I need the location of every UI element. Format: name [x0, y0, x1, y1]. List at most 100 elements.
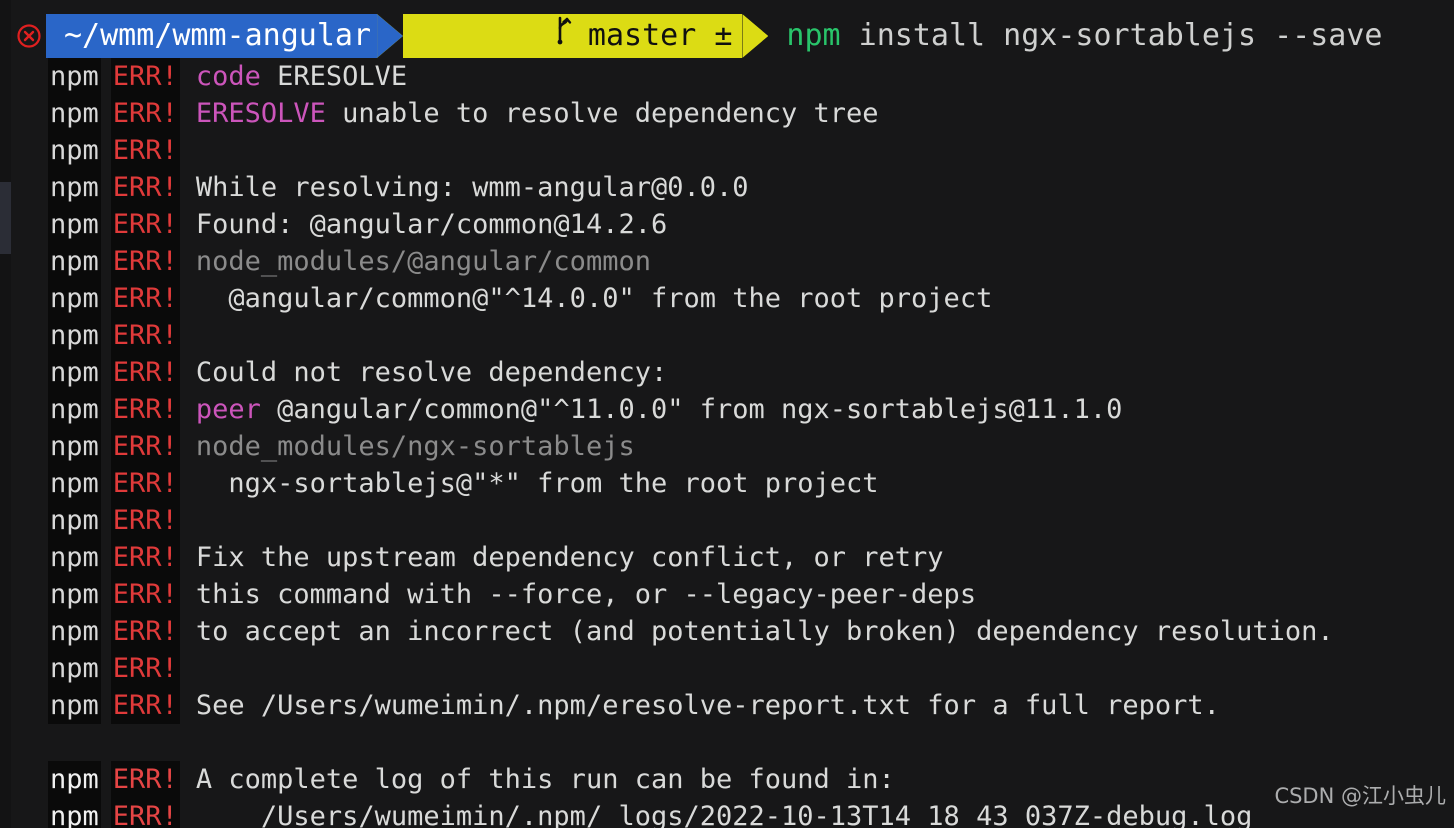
- log-tag-npm: npm: [48, 132, 101, 169]
- log-line: npm ERR! /Users/wumeimin/.npm/_logs/2022-…: [0, 798, 1454, 828]
- log-message-text: While resolving: wmm-angular@0.0.0: [195, 172, 749, 203]
- log-tag-err: ERR!: [110, 650, 180, 687]
- log-tag-err: ERR!: [110, 206, 180, 243]
- log-tag-err: ERR!: [110, 132, 180, 169]
- log-tag-npm: npm: [48, 613, 101, 650]
- log-message: @angular/common@"^14.0.0" from the root …: [180, 280, 993, 317]
- log-tag-err: ERR!: [110, 317, 180, 354]
- log-line: npm ERR! A complete log of this run can be…: [0, 761, 1454, 798]
- log-message-rest: unable to resolve dependency tree: [325, 98, 879, 129]
- log-message: peer @angular/common@"^11.0.0" from ngx-…: [180, 391, 1123, 428]
- log-tag-err: ERR!: [110, 502, 180, 539]
- log-message-text: Found: @angular/common@14.2.6: [195, 209, 668, 240]
- log-message: See /Users/wumeimin/.npm/eresolve-report…: [180, 687, 1220, 724]
- log-tag-npm: npm: [48, 650, 101, 687]
- log-line: npm ERR! ngx-sortablejs@"*" from the root…: [0, 465, 1454, 502]
- log-message-text: /Users/wumeimin/.npm/_logs/2022-10-13T14…: [195, 801, 1253, 828]
- log-message-rest: ERESOLVE: [260, 61, 408, 92]
- log-line: npm ERR! Could not resolve dependency:: [0, 354, 1454, 391]
- log-message-text: to accept an incorrect (and potentially …: [195, 616, 1334, 647]
- log-line: npm ERR! node_modules/ngx-sortablejs: [0, 428, 1454, 465]
- log-tag-err: ERR!: [110, 613, 180, 650]
- prompt-line: ~/wmm/wmm-angular master ± npm install n…: [0, 14, 1382, 58]
- prompt-git-branch-text: master ±: [587, 18, 733, 53]
- command-arguments: install ngx-sortablejs --save: [840, 18, 1383, 53]
- log-line: npm ERR! Fix the upstream dependency confl…: [0, 539, 1454, 576]
- log-message-text: A complete log of this run can be found …: [195, 764, 895, 795]
- log-tag-npm: npm: [48, 206, 101, 243]
- log-message-text: Fix the upstream dependency conflict, or…: [195, 542, 944, 573]
- log-line: npm ERR!: [0, 317, 1454, 354]
- log-message: ERESOLVE unable to resolve dependency tr…: [180, 95, 879, 132]
- log-line: npm ERR! to accept an incorrect (and poten…: [0, 613, 1454, 650]
- prompt-path-arrow: [377, 14, 404, 58]
- watermark: CSDN @江小虫儿: [1274, 784, 1446, 808]
- log-line: npm ERR!: [0, 650, 1454, 687]
- log-tag-npm: npm: [48, 576, 101, 613]
- log-message: ngx-sortablejs@"*" from the root project: [180, 465, 879, 502]
- log-tag-npm: npm: [48, 58, 101, 95]
- log-tag-npm: npm: [48, 465, 101, 502]
- error-circle-x-icon: [12, 23, 46, 49]
- log-tag-err: ERR!: [110, 58, 180, 95]
- log-line: npm ERR! ERESOLVE unable to resolve depend…: [0, 95, 1454, 132]
- log-message: node_modules/@angular/common: [180, 243, 651, 280]
- log-line: npm ERR! code ERESOLVE: [0, 58, 1454, 95]
- log-message-accent: node_modules/ngx-sortablejs: [195, 431, 635, 462]
- log-message-rest: @angular/common@"^11.0.0" from ngx-sorta…: [260, 394, 1123, 425]
- log-message: code ERESOLVE: [180, 58, 407, 95]
- log-message-text: ngx-sortablejs@"*" from the root project: [195, 468, 879, 499]
- log-message: Could not resolve dependency:: [180, 354, 667, 391]
- log-tag-err: ERR!: [110, 576, 180, 613]
- log-message: Found: @angular/common@14.2.6: [180, 206, 667, 243]
- log-line: npm ERR! Found: @angular/common@14.2.6: [0, 206, 1454, 243]
- log-message-accent: ERESOLVE: [195, 98, 326, 129]
- log-line: npm ERR!: [0, 132, 1454, 169]
- log-tag-err: ERR!: [110, 169, 180, 206]
- log-tag-err: ERR!: [110, 761, 180, 798]
- log-tag-npm: npm: [48, 354, 101, 391]
- log-tag-npm: npm: [48, 761, 101, 798]
- log-tag-err: ERR!: [110, 687, 180, 724]
- log-message: to accept an incorrect (and potentially …: [180, 613, 1334, 650]
- log-message: this command with --force, or --legacy-p…: [180, 576, 976, 613]
- log-tag-npm: npm: [48, 798, 101, 828]
- log-tag-npm: npm: [48, 539, 101, 576]
- log-line: npm ERR! node_modules/@angular/common: [0, 243, 1454, 280]
- log-blank-line: [0, 724, 1454, 761]
- log-output: npm ERR! code ERESOLVE npm ERR! ERESOLVE unab…: [0, 58, 1454, 828]
- log-line: npm ERR!: [0, 502, 1454, 539]
- log-tag-npm: npm: [48, 243, 101, 280]
- log-tag-npm: npm: [48, 280, 101, 317]
- log-message-text: this command with --force, or --legacy-p…: [195, 579, 977, 610]
- log-line: npm ERR! While resolving: wmm-angular@0.0.…: [0, 169, 1454, 206]
- log-message: /Users/wumeimin/.npm/_logs/2022-10-13T14…: [180, 798, 1253, 828]
- log-tag-err: ERR!: [110, 465, 180, 502]
- prompt-path-segment: ~/wmm/wmm-angular: [46, 14, 378, 58]
- log-tag-npm: npm: [48, 95, 101, 132]
- log-tag-npm: npm: [48, 687, 101, 724]
- log-tag-err: ERR!: [110, 428, 180, 465]
- prompt-path-text: ~/wmm/wmm-angular: [64, 18, 372, 53]
- log-tag-err: ERR!: [110, 280, 180, 317]
- log-message-text: @angular/common@"^14.0.0" from the root …: [195, 283, 993, 314]
- log-line: npm ERR! peer @angular/common@"^11.0.0" fr…: [0, 391, 1454, 428]
- terminal-window: ~/wmm/wmm-angular master ± npm install n…: [0, 0, 1454, 828]
- log-message-accent: peer: [195, 394, 261, 425]
- log-message-accent: node_modules/@angular/common: [195, 246, 651, 277]
- log-line: npm ERR! See /Users/wumeimin/.npm/eresolve…: [0, 687, 1454, 724]
- log-message: A complete log of this run can be found …: [180, 761, 895, 798]
- log-tag-npm: npm: [48, 428, 101, 465]
- log-message: node_modules/ngx-sortablejs: [180, 428, 635, 465]
- log-message-text: Could not resolve dependency:: [195, 357, 668, 388]
- log-message: Fix the upstream dependency conflict, or…: [180, 539, 944, 576]
- log-tag-err: ERR!: [110, 354, 180, 391]
- log-tag-err: ERR!: [110, 243, 180, 280]
- command-line[interactable]: npm install ngx-sortablejs --save: [768, 14, 1382, 58]
- log-message: While resolving: wmm-angular@0.0.0: [180, 169, 749, 206]
- command-binary: npm: [786, 18, 841, 53]
- prompt-git-segment: master ±: [403, 14, 743, 58]
- log-tag-err: ERR!: [110, 798, 180, 828]
- log-line: npm ERR! this command with --force, or --l…: [0, 576, 1454, 613]
- log-tag-err: ERR!: [110, 539, 180, 576]
